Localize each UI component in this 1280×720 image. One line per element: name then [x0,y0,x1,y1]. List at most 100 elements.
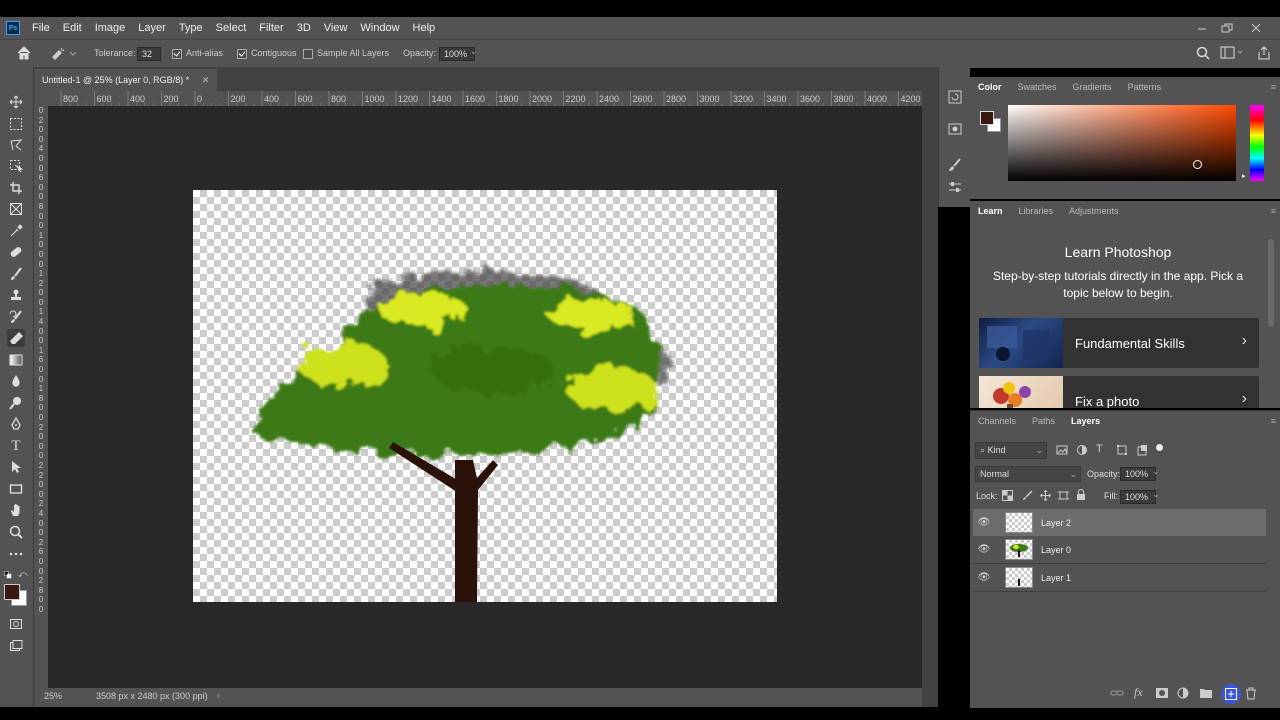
close-icon[interactable] [1250,17,1262,39]
default-colors-icon[interactable] [4,570,12,582]
share-icon[interactable] [1256,45,1272,63]
tab-color[interactable]: Color [978,82,1002,92]
hand-tool-icon[interactable] [7,501,25,519]
visibility-eye-icon[interactable]: 👁 [977,544,991,555]
learn-card-fix-a-photo[interactable]: Fix a photo › [979,376,1259,408]
contiguous-checkbox[interactable]: Contiguous [237,48,297,59]
opacity-dropdown-icon[interactable]: ⌄ [470,46,478,57]
tab-paths[interactable]: Paths [1032,416,1055,426]
pen-tool-icon[interactable] [7,415,25,433]
screen-mode-icon[interactable] [7,637,25,655]
zoom-level[interactable]: 25% [44,691,62,701]
delete-layer-icon[interactable] [1245,687,1257,703]
document-tab[interactable]: Untitled-1 @ 25% (Layer 0, RGB/8) * ✕ [34,69,218,91]
menu-3d[interactable]: 3D [297,22,311,34]
fill-dropdown-icon[interactable]: ⌄ [1152,489,1160,500]
properties-panel-icon[interactable] [947,121,963,140]
color-panel-menu-icon[interactable]: ≡ [1271,82,1276,92]
rectangle-tool-icon[interactable] [7,480,25,498]
learn-card-fundamental-skills[interactable]: Fundamental Skills › [979,318,1259,368]
learn-panel-menu-icon[interactable]: ≡ [1271,206,1276,216]
tab-patterns[interactable]: Patterns [1128,82,1162,92]
hue-slider[interactable] [1250,105,1264,181]
add-mask-icon[interactable] [1155,687,1169,702]
document-canvas[interactable] [193,190,777,602]
menu-view[interactable]: View [324,22,348,34]
menu-edit[interactable]: Edit [63,22,82,34]
zoom-tool-icon[interactable] [7,523,25,541]
status-more-icon[interactable]: › [217,690,220,700]
menu-window[interactable]: Window [360,22,399,34]
layers-panel-menu-icon[interactable]: ≡ [1271,416,1276,426]
lock-transparent-icon[interactable] [1002,490,1013,504]
new-group-folder-icon[interactable] [1199,687,1213,702]
quick-mask-icon[interactable] [7,615,25,633]
lock-artboard-icon[interactable] [1058,490,1069,504]
tab-swatches[interactable]: Swatches [1018,82,1057,92]
menu-image[interactable]: Image [95,22,126,34]
new-layer-icon[interactable] [1224,687,1238,704]
magic-eraser-tool-preset-icon[interactable] [50,46,77,62]
filter-shape-icon[interactable] [1116,444,1128,459]
clone-stamp-tool-icon[interactable] [7,286,25,304]
dodge-tool-icon[interactable] [7,394,25,412]
layer-filter-select[interactable]: ⌕ Kind ⌄ [975,442,1047,459]
menu-type[interactable]: Type [179,22,203,34]
layer-row-layer-2[interactable]: 👁 Layer 2 [973,509,1266,536]
layer-style-fx-icon[interactable]: fx [1134,685,1143,700]
menu-layer[interactable]: Layer [138,22,166,34]
search-icon[interactable] [1196,46,1210,62]
frame-tool-icon[interactable] [7,200,25,218]
menu-help[interactable]: Help [413,22,436,34]
vertical-ruler[interactable]: 0200400600800100012001400160018002000220… [34,106,49,688]
visibility-eye-icon[interactable]: 👁 [977,517,991,528]
tab-layers[interactable]: Layers [1071,416,1100,426]
swap-colors-icon[interactable]: ⤺ [18,569,28,580]
lasso-tool-icon[interactable] [7,136,25,154]
link-layers-icon[interactable] [1110,687,1124,702]
filter-adjustment-icon[interactable] [1076,444,1088,459]
fill-input[interactable]: 100% [1120,490,1156,504]
sample-all-layers-checkbox[interactable]: Sample All Layers [303,48,389,59]
blend-mode-select[interactable]: Normal ⌄ [975,466,1081,482]
tab-adjustments[interactable]: Adjustments [1069,206,1119,216]
filter-toggle-icon[interactable] [1156,444,1163,451]
layer-opacity-input[interactable]: 100% [1120,467,1156,481]
menu-filter[interactable]: Filter [259,22,283,34]
tab-learn[interactable]: Learn [978,206,1003,216]
eyedropper-tool-icon[interactable] [7,222,25,240]
object-selection-tool-icon[interactable] [7,157,25,175]
new-adjustment-layer-icon[interactable] [1177,687,1189,702]
home-icon[interactable] [16,46,32,62]
brush-settings-icon[interactable] [947,157,963,176]
layer-name[interactable]: Layer 2 [1041,518,1071,528]
filter-pixel-icon[interactable] [1056,444,1068,459]
filter-smart-object-icon[interactable] [1136,444,1148,459]
history-brush-tool-icon[interactable] [7,308,25,326]
layer-row-layer-1[interactable]: 👁 Layer 1 [973,564,1266,592]
color-fg-swatch[interactable] [980,111,994,125]
learn-scrollbar[interactable] [1268,239,1274,327]
layer-name[interactable]: Layer 1 [1041,573,1071,583]
close-tab-icon[interactable]: ✕ [202,75,210,85]
edit-toolbar-icon[interactable] [7,545,25,563]
tolerance-input[interactable]: 32 [137,47,161,61]
filter-type-icon[interactable]: T [1096,443,1103,455]
menu-select[interactable]: Select [216,22,247,34]
menu-file[interactable]: File [32,22,50,34]
photoshop-app-icon[interactable]: Ps [6,21,20,35]
history-panel-icon[interactable] [947,89,963,108]
tab-libraries[interactable]: Libraries [1019,206,1054,216]
gradient-tool-icon[interactable] [7,351,25,369]
antialias-checkbox[interactable]: Anti-alias [172,48,223,59]
path-selection-tool-icon[interactable] [7,458,25,476]
layer-row-layer-0[interactable]: 👁 Layer 0 [973,536,1266,564]
restore-icon[interactable] [1220,17,1234,39]
visibility-eye-icon[interactable]: 👁 [977,572,991,583]
color-picker-cursor-icon[interactable] [1193,160,1202,169]
layer-name[interactable]: Layer 0 [1041,545,1071,555]
crop-tool-icon[interactable] [7,179,25,197]
workspace-icon[interactable] [1220,46,1244,62]
type-tool-icon[interactable]: T [7,437,25,455]
tab-gradients[interactable]: Gradients [1073,82,1112,92]
